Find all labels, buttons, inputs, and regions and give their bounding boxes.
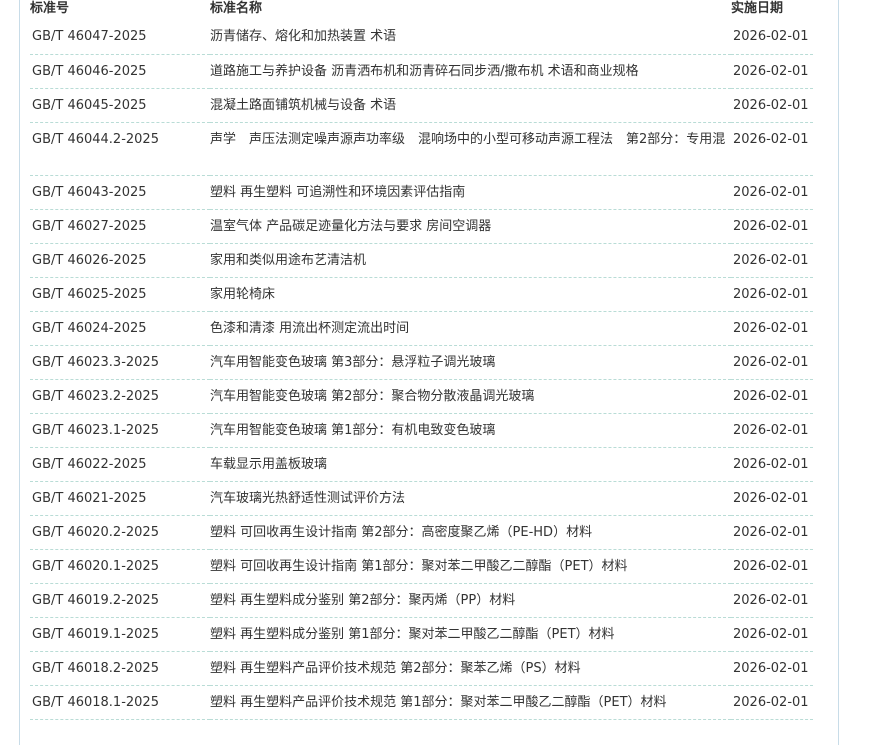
standard-number-cell[interactable]: GB/T 46026-2025: [30, 243, 210, 278]
implementation-date-cell: 2026-02-01: [731, 311, 813, 346]
standard-name-link[interactable]: 色漆和清漆 用流出杯测定流出时间: [210, 311, 731, 346]
table-row[interactable]: GB/T 46046-2025 道路施工与养护设备 沥青洒布机和沥青碎石同步洒/撒…: [30, 54, 813, 89]
table-row[interactable]: GB/T 46018.2-2025 塑料 再生塑料产品评价技术规范 第2部分：聚苯…: [30, 651, 813, 686]
implementation-date-cell: 2026-02-01: [731, 175, 813, 210]
standard-name-link[interactable]: 塑料 可回收再生设计指南 第1部分：聚对苯二甲酸乙二醇酯（PET）材料: [210, 549, 731, 584]
standard-number-cell[interactable]: GB/T 46023.1-2025: [30, 413, 210, 448]
table-row[interactable]: GB/T 46019.1-2025 塑料 再生塑料成分鉴别 第1部分：聚对苯二甲酸…: [30, 617, 813, 652]
standard-name-link[interactable]: 温室气体 产品碳足迹量化方法与要求 房间空调器: [210, 209, 731, 244]
standard-name-link[interactable]: 塑料 再生塑料成分鉴别 第1部分：聚对苯二甲酸乙二醇酯（PET）材料: [210, 617, 731, 652]
implementation-date-cell: 2026-02-01: [731, 515, 813, 550]
standard-name-link[interactable]: 道路施工与养护设备 沥青洒布机和沥青碎石同步洒/撒布机 术语和商业规格: [210, 54, 731, 89]
implementation-date-cell: 2026-02-01: [731, 209, 813, 244]
table-row[interactable]: GB/T 46019.2-2025 塑料 再生塑料成分鉴别 第2部分：聚丙烯（PP…: [30, 583, 813, 618]
standard-name-link[interactable]: 汽车用智能变色玻璃 第1部分：有机电致变色玻璃: [210, 413, 731, 448]
table-row[interactable]: GB/T 46020.1-2025 塑料 可回收再生设计指南 第1部分：聚对苯二甲…: [30, 549, 813, 584]
implementation-date-cell: 2026-02-01: [731, 345, 813, 380]
standard-number-cell[interactable]: GB/T 46047-2025: [30, 20, 210, 55]
standard-name-link[interactable]: 家用轮椅床: [210, 277, 731, 312]
standard-name-link[interactable]: 声学 声压法测定噪声源声功率级 混响场中的小型可移动声源工程法 第2部分：专用混: [210, 122, 731, 176]
standard-name-link[interactable]: 塑料 再生塑料成分鉴别 第2部分：聚丙烯（PP）材料: [210, 583, 731, 618]
standard-number-cell[interactable]: GB/T 46021-2025: [30, 481, 210, 516]
standard-name-link[interactable]: 塑料 可回收再生设计指南 第2部分：高密度聚乙烯（PE-HD）材料: [210, 515, 731, 550]
table-row[interactable]: GB/T 46023.3-2025 汽车用智能变色玻璃 第3部分：悬浮粒子调光玻璃…: [30, 345, 813, 380]
implementation-date-cell: 2026-02-01: [731, 549, 813, 584]
implementation-date-cell: 2026-02-01: [731, 413, 813, 448]
table-row[interactable]: GB/T 46026-2025 家用和类似用途布艺清洁机 2026-02-01: [30, 243, 813, 278]
standard-number-cell[interactable]: GB/T 46018.1-2025: [30, 685, 210, 720]
table-row[interactable]: GB/T 46024-2025 色漆和清漆 用流出杯测定流出时间 2026-02-0…: [30, 311, 813, 346]
table-row[interactable]: GB/T 46020.2-2025 塑料 可回收再生设计指南 第2部分：高密度聚乙…: [30, 515, 813, 550]
table-row[interactable]: GB/T 46045-2025 混凝土路面铺筑机械与设备 术语 2026-02-01: [30, 88, 813, 123]
standard-number-cell[interactable]: GB/T 46025-2025: [30, 277, 210, 312]
standard-number-cell[interactable]: GB/T 46023.2-2025: [30, 379, 210, 414]
implementation-date-cell: 2026-02-01: [731, 122, 813, 176]
table-row[interactable]: GB/T 46044.2-2025 声学 声压法测定噪声源声功率级 混响场中的小型…: [30, 122, 813, 176]
standard-name-link[interactable]: 汽车用智能变色玻璃 第2部分：聚合物分散液晶调光玻璃: [210, 379, 731, 414]
standards-list-panel: 标准号 标准名称 实施日期 GB/T 46047-2025 沥青储存、熔化和加热装…: [19, 0, 839, 745]
table-row[interactable]: GB/T 46025-2025 家用轮椅床 2026-02-01: [30, 277, 813, 312]
standard-number-cell[interactable]: GB/T 46023.3-2025: [30, 345, 210, 380]
table-row[interactable]: GB/T 46043-2025 塑料 再生塑料 可追溯性和环境因素评估指南 2026…: [30, 175, 813, 210]
standard-number-cell[interactable]: GB/T 46020.1-2025: [30, 549, 210, 584]
header-standard-name: 标准名称: [210, 1, 263, 16]
table-row[interactable]: GB/T 46047-2025 沥青储存、熔化和加热装置 术语 2026-02-01: [30, 20, 813, 55]
standard-name-link[interactable]: 汽车玻璃光热舒适性测试评价方法: [210, 481, 731, 516]
implementation-date-cell: 2026-02-01: [731, 379, 813, 414]
standard-number-cell[interactable]: GB/T 46027-2025: [30, 209, 210, 244]
standard-name-link[interactable]: 汽车用智能变色玻璃 第3部分：悬浮粒子调光玻璃: [210, 345, 731, 380]
standards-table: 标准号 标准名称 实施日期 GB/T 46047-2025 沥青储存、熔化和加热装…: [30, 0, 813, 720]
implementation-date-cell: 2026-02-01: [731, 54, 813, 89]
implementation-date-cell: 2026-02-01: [731, 685, 813, 720]
implementation-date-cell: 2026-02-01: [731, 481, 813, 516]
standard-number-cell[interactable]: GB/T 46020.2-2025: [30, 515, 210, 550]
table-row[interactable]: GB/T 46023.1-2025 汽车用智能变色玻璃 第1部分：有机电致变色玻璃…: [30, 413, 813, 448]
table-row[interactable]: GB/T 46023.2-2025 汽车用智能变色玻璃 第2部分：聚合物分散液晶调…: [30, 379, 813, 414]
standard-name-link[interactable]: 混凝土路面铺筑机械与设备 术语: [210, 88, 731, 123]
standard-number-cell[interactable]: GB/T 46019.1-2025: [30, 617, 210, 652]
implementation-date-cell: 2026-02-01: [731, 20, 813, 55]
standard-number-cell[interactable]: GB/T 46045-2025: [30, 88, 210, 123]
standard-name-link[interactable]: 塑料 再生塑料产品评价技术规范 第1部分：聚对苯二甲酸乙二醇酯（PET）材料: [210, 685, 731, 720]
implementation-date-cell: 2026-02-01: [731, 651, 813, 686]
standard-number-cell[interactable]: GB/T 46018.2-2025: [30, 651, 210, 686]
implementation-date-cell: 2026-02-01: [731, 447, 813, 482]
table-row[interactable]: GB/T 46018.1-2025 塑料 再生塑料产品评价技术规范 第1部分：聚对…: [30, 685, 813, 720]
standard-name-link[interactable]: 车载显示用盖板玻璃: [210, 447, 731, 482]
standard-name-link[interactable]: 塑料 再生塑料 可追溯性和环境因素评估指南: [210, 175, 731, 210]
implementation-date-cell: 2026-02-01: [731, 277, 813, 312]
header-standard-number: 标准号: [30, 1, 70, 16]
table-row[interactable]: GB/T 46027-2025 温室气体 产品碳足迹量化方法与要求 房间空调器 20…: [30, 209, 813, 244]
implementation-date-cell: 2026-02-01: [731, 583, 813, 618]
standard-number-cell[interactable]: GB/T 46046-2025: [30, 54, 210, 89]
implementation-date-cell: 2026-02-01: [731, 243, 813, 278]
header-implementation-date: 实施日期: [731, 1, 784, 16]
implementation-date-cell: 2026-02-01: [731, 617, 813, 652]
table-row[interactable]: GB/T 46022-2025 车载显示用盖板玻璃 2026-02-01: [30, 447, 813, 482]
standard-number-cell[interactable]: GB/T 46024-2025: [30, 311, 210, 346]
standard-number-cell[interactable]: GB/T 46043-2025: [30, 175, 210, 210]
implementation-date-cell: 2026-02-01: [731, 88, 813, 123]
standard-number-cell[interactable]: GB/T 46022-2025: [30, 447, 210, 482]
table-row[interactable]: GB/T 46021-2025 汽车玻璃光热舒适性测试评价方法 2026-02-01: [30, 481, 813, 516]
standard-name-link[interactable]: 家用和类似用途布艺清洁机: [210, 243, 731, 278]
standard-number-cell[interactable]: GB/T 46019.2-2025: [30, 583, 210, 618]
table-header-row: 标准号 标准名称 实施日期: [30, 0, 813, 20]
standard-name-link[interactable]: 沥青储存、熔化和加热装置 术语: [210, 20, 731, 55]
standard-number-cell[interactable]: GB/T 46044.2-2025: [30, 122, 210, 176]
standard-name-link[interactable]: 塑料 再生塑料产品评价技术规范 第2部分：聚苯乙烯（PS）材料: [210, 651, 731, 686]
